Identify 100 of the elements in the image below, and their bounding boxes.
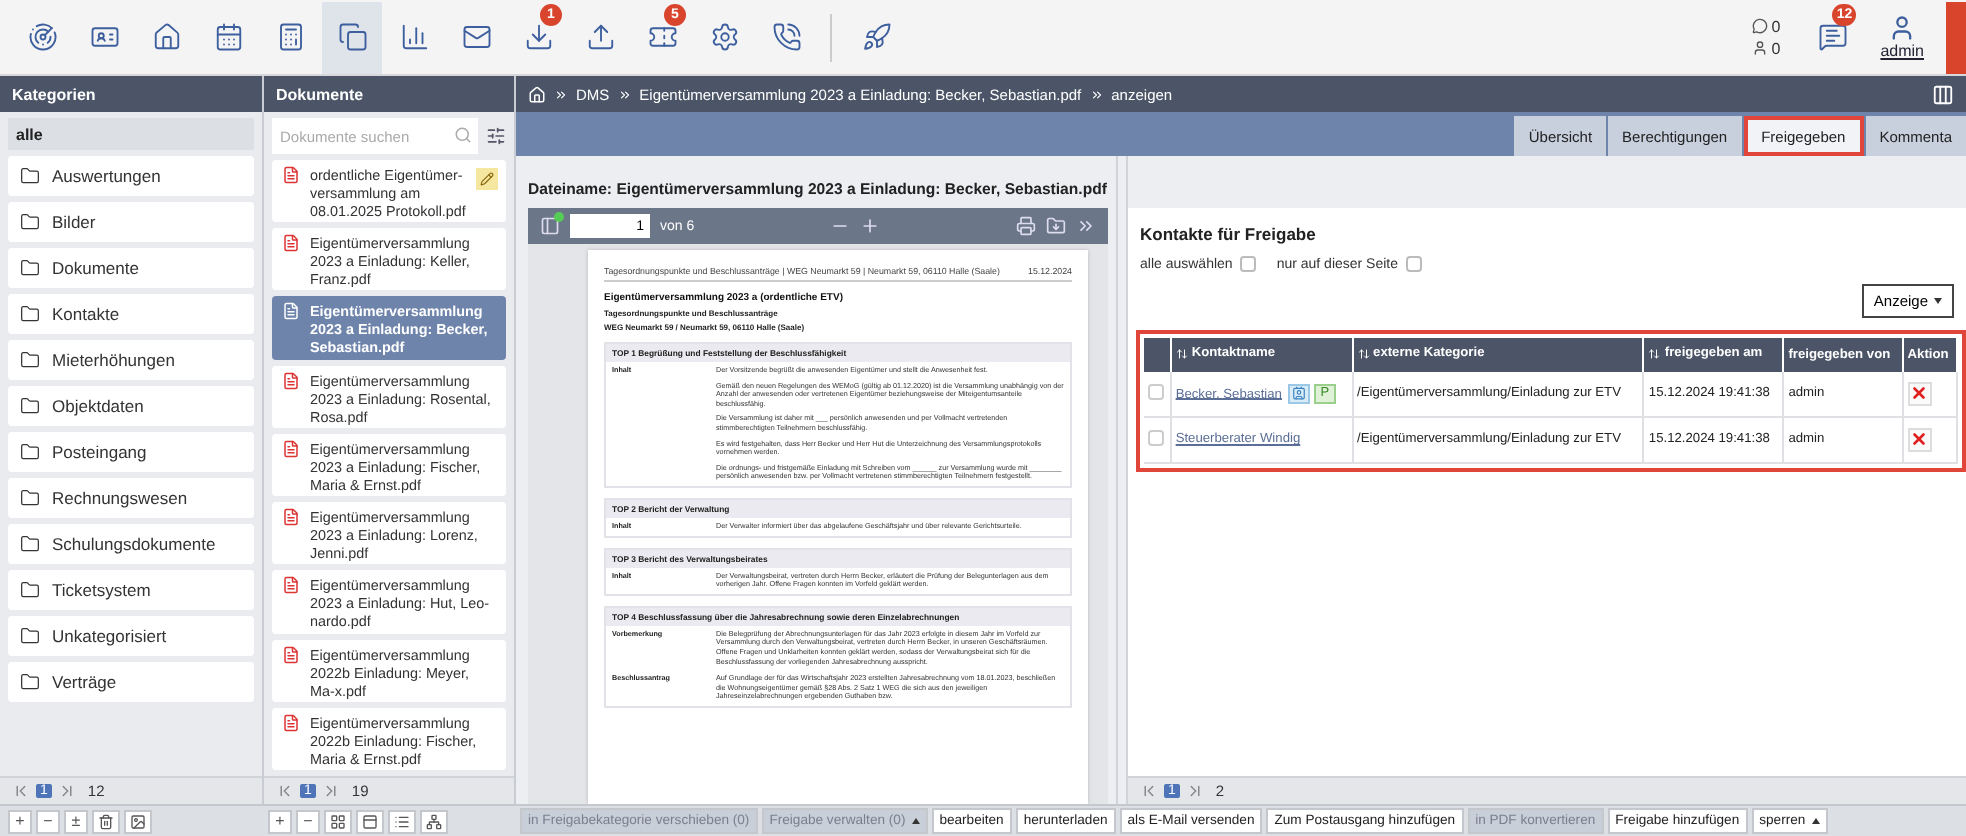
sidebar-toggle-icon[interactable] [540,216,560,236]
filter-icon[interactable] [486,126,506,146]
delete-button[interactable] [1907,427,1932,451]
pdf-file-icon [282,713,300,732]
folder-icon [20,488,40,508]
category-item[interactable]: alle [8,118,254,150]
sort-icon [1357,347,1370,359]
tree-icon [426,813,442,829]
sort-icon [1648,347,1661,359]
print-icon[interactable] [1016,216,1036,236]
row-checkbox[interactable] [1148,429,1164,445]
home-icon[interactable] [528,85,546,103]
category-label: Posteingang [52,442,147,462]
home-icon [151,22,181,52]
folder-icon [20,258,40,278]
card-title: Kontakte für Freigabe [1138,224,1318,244]
phone-icon [771,22,801,52]
tool-button[interactable]: − [296,809,320,833]
last-page-icon[interactable] [57,782,76,800]
pdf-file-icon [282,645,300,664]
category-item[interactable]: Rechnungswesen [8,478,254,518]
last-page-icon[interactable] [321,782,340,800]
close-icon [1910,430,1929,448]
category-label: Verträge [52,672,117,692]
tool-button[interactable] [388,809,416,833]
pdf-file-icon [282,508,300,527]
tool-button[interactable] [92,809,120,833]
tool-button[interactable] [420,809,448,833]
folder-icon[interactable] [1046,216,1066,236]
first-page-icon[interactable] [12,782,30,800]
list-icon [394,813,410,829]
separator-icon [1089,87,1104,101]
panel-icon [362,813,378,829]
pdf-file-icon [282,302,300,321]
folder-icon [20,580,40,600]
columns-icon[interactable] [1932,83,1954,105]
tool-button[interactable]: − [36,809,60,833]
first-page-icon[interactable] [1140,782,1158,800]
rocket-icon [861,22,891,52]
category-label: Objektdaten [52,396,144,416]
category-item[interactable]: Kontakte [8,294,254,334]
category-item[interactable]: Unkategorisiert [8,616,254,656]
folder-icon [20,396,40,416]
toolbar-button[interactable] [322,1,382,73]
column-header: Kategorien [0,76,262,112]
category-item[interactable]: Bilder [8,202,254,242]
close-icon [1910,384,1929,402]
grid-icon [330,813,346,829]
calculator-icon [275,22,305,52]
row-checkbox[interactable] [1148,383,1164,399]
folder-icon [20,304,40,324]
settings-icon [709,22,739,52]
documents-icon [337,22,367,52]
message-icon [1817,22,1848,52]
tool-button[interactable] [356,809,384,833]
counter: 0 [1771,39,1781,57]
tool-button[interactable] [324,809,352,833]
tool-button[interactable]: ± [64,809,88,833]
category-item[interactable]: Mieterhöhungen [8,340,254,380]
tool-button[interactable] [124,809,152,833]
category-item[interactable]: Ticketsystem [8,570,254,610]
counter: 0 [1771,17,1781,35]
tool-button[interactable]: + [8,809,32,833]
separator-icon [617,87,632,101]
category-item[interactable]: Posteingang [8,432,254,472]
bar-chart-icon [399,22,429,52]
chat-icon [1751,18,1768,34]
category-label: Mieterhöhungen [52,350,175,370]
checkbox[interactable] [1240,256,1257,272]
folder-icon [20,672,40,692]
category-label: Dokumente [52,258,139,278]
category-label: Auswertungen [52,166,161,186]
sort-icon [1175,347,1188,359]
user-menu[interactable]: admin [1872,14,1932,60]
category-item[interactable]: Dokumente [8,248,254,288]
pdf-file-icon [282,234,300,253]
category-item[interactable]: Schulungsdokumente [8,524,254,564]
first-page-icon[interactable] [276,782,294,800]
search-icon [454,126,472,144]
category-item[interactable]: Verträge [8,662,254,702]
tool-button[interactable]: + [268,809,292,833]
checkbox[interactable] [1406,256,1423,272]
category-item[interactable]: Objektdaten [8,386,254,426]
mail-icon [461,22,491,52]
more-icon[interactable] [1076,216,1096,236]
table-header [1144,338,1171,371]
person-icon [1751,40,1768,56]
category-item[interactable]: Auswertungen [8,156,254,196]
folder-icon [20,350,40,370]
ticket-icon [647,22,677,52]
pdf-file-icon [282,576,300,595]
id-card-icon [89,22,119,52]
delete-button[interactable] [1907,381,1932,405]
last-page-icon[interactable] [1185,782,1204,800]
zoom-in-icon[interactable] [860,216,881,236]
column-header: Dokumente [264,76,514,112]
category-label: Bilder [52,212,96,232]
pdf-file-icon [282,166,300,184]
download-icon [523,22,553,52]
contact-card-icon[interactable] [1287,383,1310,403]
